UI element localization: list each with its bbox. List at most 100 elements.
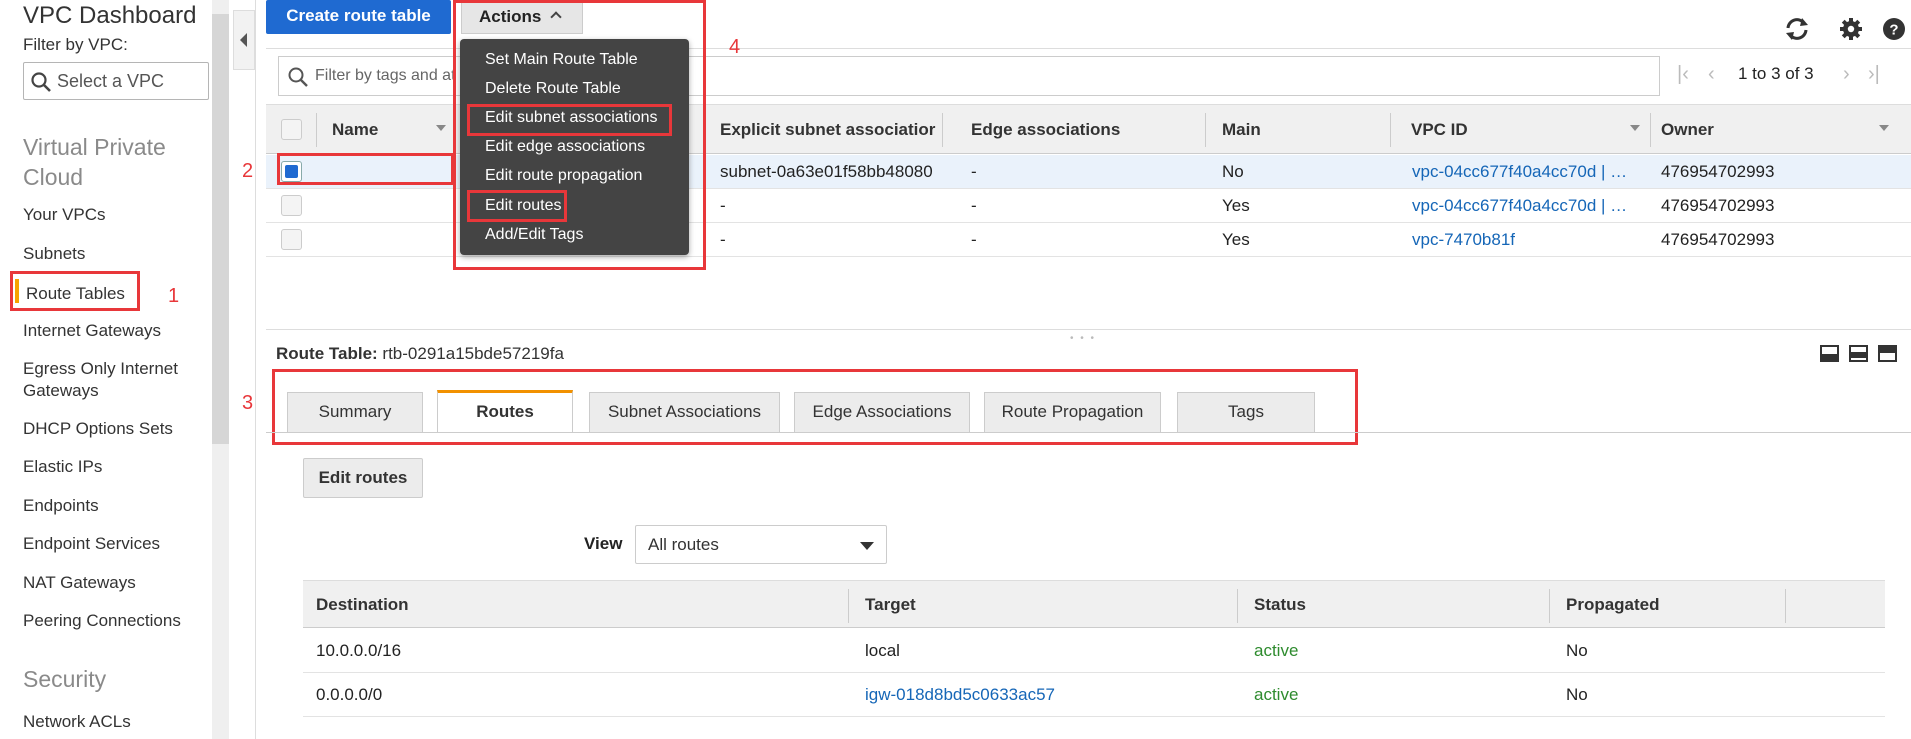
highlight-selected-row (277, 153, 454, 185)
vpc-id-link[interactable]: vpc-7470b81f (1412, 230, 1515, 250)
sidebar-item-network-acls[interactable]: Network ACLs (23, 711, 131, 733)
routes-table-header: Destination Target Status Propagated (303, 580, 1885, 628)
sidebar-item-endpoints[interactable]: Endpoints (23, 495, 99, 517)
tab-subnet-associations[interactable]: Subnet Associations (589, 392, 780, 432)
sidebar-title[interactable]: VPC Dashboard (23, 2, 196, 30)
prev-page-icon[interactable]: ‹ (1708, 63, 1715, 86)
main-cell: No (1222, 162, 1244, 181)
panel-minimize-icon[interactable] (1820, 345, 1839, 362)
owner-cell: 476954702993 (1661, 196, 1775, 215)
column-separator (1650, 113, 1651, 147)
sidebar-item-egress-only-internet-gateways[interactable]: Egress Only Internet Gateways (23, 358, 203, 402)
tabs-divider (266, 432, 1911, 433)
tab-route-propagation[interactable]: Route Propagation (984, 392, 1161, 432)
column-separator (1205, 113, 1206, 147)
column-separator (1785, 589, 1786, 623)
destination-cell: 10.0.0.0/16 (316, 641, 402, 660)
route-table-id-label: Route Table: (276, 344, 378, 363)
view-select[interactable]: All routes (635, 525, 887, 564)
next-page-icon[interactable]: › (1843, 63, 1850, 86)
column-vpc-id[interactable]: VPC ID (1411, 120, 1468, 140)
column-propagated: Propagated (1566, 595, 1660, 614)
column-separator (848, 589, 849, 623)
column-edge-associations[interactable]: Edge associations (971, 120, 1120, 140)
vpc-select[interactable]: Select a VPC (23, 62, 209, 100)
divider (255, 0, 256, 739)
propagated-cell: No (1566, 641, 1588, 660)
tab-edge-associations[interactable]: Edge Associations (794, 392, 970, 432)
search-icon (288, 67, 308, 87)
first-page-icon[interactable]: |‹ (1677, 63, 1689, 86)
sidebar-item-peering-connections[interactable]: Peering Connections (23, 610, 181, 632)
create-route-table-button[interactable]: Create route table (266, 0, 451, 34)
row-checkbox[interactable] (281, 195, 302, 216)
route-row: 0.0.0.0/0 igw-018d8bd5c0633ac57 active N… (303, 673, 1885, 717)
column-separator (942, 113, 943, 147)
target-link[interactable]: igw-018d8bd5c0633ac57 (865, 685, 1055, 705)
sort-icon[interactable] (436, 125, 446, 131)
main-cell: Yes (1222, 196, 1250, 215)
resize-handle[interactable]: • • • (1070, 333, 1096, 344)
sidebar-item-dhcp-options-sets[interactable]: DHCP Options Sets (23, 418, 173, 440)
select-all-checkbox[interactable] (281, 119, 302, 140)
search-icon (31, 72, 51, 92)
vpc-select-placeholder: Select a VPC (57, 71, 165, 91)
sidebar-item-internet-gateways[interactable]: Internet Gateways (23, 320, 161, 342)
vpc-id-link[interactable]: vpc-04cc677f40a4cc70d | … (1412, 162, 1627, 182)
column-main[interactable]: Main (1222, 120, 1261, 140)
annotation-number-2: 2 (242, 160, 254, 182)
panel-half-icon[interactable] (1849, 345, 1868, 362)
sidebar-item-nat-gateways[interactable]: NAT Gateways (23, 572, 136, 594)
filter-by-vpc-label: Filter by VPC: (23, 35, 128, 54)
filter-placeholder: Filter by tags and at (315, 67, 456, 84)
sidebar-item-elastic-ips[interactable]: Elastic IPs (23, 456, 102, 478)
panel-maximize-icon[interactable] (1878, 345, 1897, 362)
sidebar-item-endpoint-services[interactable]: Endpoint Services (23, 533, 160, 555)
row-checkbox[interactable] (281, 229, 302, 250)
sidebar-scrollbar-thumb[interactable] (212, 14, 229, 444)
sidebar-item-subnets[interactable]: Subnets (23, 243, 85, 265)
annotation-number-4: 4 (729, 36, 741, 58)
vpc-id-link[interactable]: vpc-04cc677f40a4cc70d | … (1412, 196, 1627, 216)
highlight-edit-subnet-associations (467, 104, 672, 136)
section-security: Security (23, 666, 107, 692)
edge-associations-cell: - (971, 162, 977, 181)
column-owner[interactable]: Owner (1661, 120, 1714, 140)
owner-cell: 476954702993 (1661, 230, 1775, 249)
last-page-icon[interactable]: ›| (1868, 63, 1880, 86)
svg-text:?: ? (1889, 22, 1898, 39)
edit-routes-button[interactable]: Edit routes (303, 458, 423, 498)
column-status: Status (1254, 595, 1306, 614)
pane-divider (266, 329, 1911, 330)
collapse-sidebar-button[interactable] (233, 10, 255, 70)
tab-routes[interactable]: Routes (437, 390, 573, 432)
route-row: 10.0.0.0/16 local active No (303, 629, 1885, 673)
owner-cell: 476954702993 (1661, 162, 1775, 181)
help-icon[interactable]: ? (1880, 15, 1908, 43)
sidebar-item-route-tables[interactable]: Route Tables (10, 271, 140, 311)
propagated-cell: No (1566, 685, 1588, 704)
route-table-id-value: rtb-0291a15bde57219fa (382, 344, 564, 363)
route-table-id: Route Table: rtb-0291a15bde57219fa (276, 344, 564, 364)
sidebar-item-your-vpcs[interactable]: Your VPCs (23, 204, 106, 226)
chevron-left-icon (240, 33, 247, 47)
column-destination: Destination (316, 595, 409, 614)
explicit-subnet-cell: - (720, 230, 726, 249)
edge-associations-cell: - (971, 230, 977, 249)
gear-icon[interactable] (1837, 15, 1865, 43)
column-name[interactable]: Name (332, 120, 378, 140)
status-cell: active (1254, 641, 1299, 660)
sort-icon[interactable] (1630, 125, 1640, 131)
refresh-icon[interactable] (1783, 15, 1811, 43)
view-label: View (584, 534, 623, 553)
column-explicit-subnet[interactable]: Explicit subnet associatior (720, 120, 935, 140)
tab-tags[interactable]: Tags (1177, 392, 1315, 432)
sort-icon[interactable] (1879, 125, 1889, 131)
column-target: Target (865, 595, 916, 614)
column-separator (1549, 589, 1550, 623)
target-cell: local (865, 641, 900, 660)
tab-summary[interactable]: Summary (287, 392, 423, 432)
pagination-label: 1 to 3 of 3 (1738, 64, 1814, 83)
column-separator (1390, 113, 1391, 147)
highlight-edit-routes (467, 190, 567, 222)
